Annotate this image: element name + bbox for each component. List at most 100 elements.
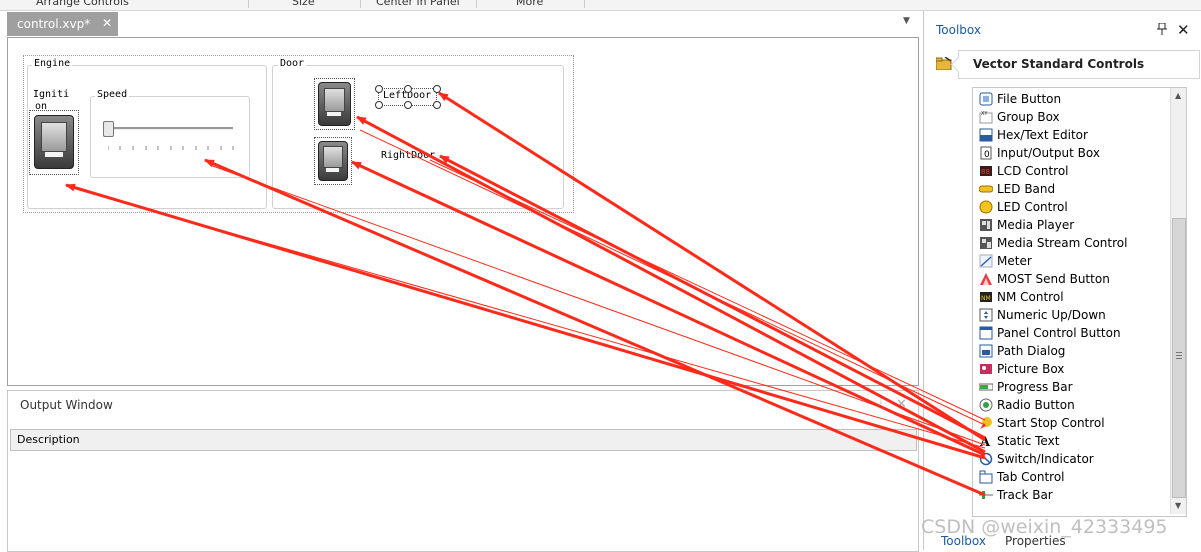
toolbox-item-tab-control[interactable]: Tab Control [979,468,1169,486]
led-icon [979,200,993,214]
toolbox-item-panel-control-button[interactable]: Panel Control Button [979,324,1169,342]
toolbox-item-radio-button[interactable]: Radio Button [979,396,1169,414]
door-group-title: Door [278,58,307,69]
pin-icon[interactable] [1157,22,1167,38]
toolbox-item-hex-text-editor[interactable]: Hex/Text Editor [979,126,1169,144]
toolbox-pane: Toolbox ✕ Vector Standard Controls File … [923,11,1201,550]
svg-text:0: 0 [984,150,990,160]
io-box-icon: 0 [980,146,992,160]
close-icon[interactable]: ✕ [102,16,112,30]
left-door-switch[interactable] [314,78,355,130]
led-band-icon [979,185,993,193]
toolbox-item-led-control[interactable]: LED Control [979,198,1169,216]
toolbox-item-nm-control[interactable]: NM NM Control [979,288,1169,306]
progress-bar-icon [979,383,993,391]
toolbox-list[interactable]: File Button XY Group Box Hex/Text Editor… [972,87,1187,517]
toolbox-item-track-bar[interactable]: Track Bar [979,486,1169,504]
numeric-updown-icon [979,308,993,322]
file-button-icon [979,92,993,106]
tab-overflow-icon[interactable]: ▼ [903,16,910,26]
svg-text:NM: NM [981,295,991,302]
menu-more[interactable]: More [516,0,543,8]
panel-control-icon [979,326,993,340]
output-window[interactable]: Output Window ᛍ ✕ Description [7,390,919,552]
resize-handle[interactable] [404,101,412,109]
resize-handle[interactable] [433,101,441,109]
svg-text:A: A [979,435,991,448]
switch-icon [318,141,348,181]
track-bar-icon [979,491,993,499]
right-door-label[interactable]: RightDoor [381,150,435,161]
most-send-icon [980,273,992,285]
hex-editor-icon [979,128,993,142]
ignition-label: Igniti [33,89,70,100]
toolbar-separator [584,0,585,8]
media-player-icon [980,219,992,231]
meter-icon [979,254,993,268]
radio-button-icon [979,398,993,412]
panel-designer[interactable]: Engine Igniti on Speed Door LeftDoor Rig… [7,37,919,386]
trackbar-ticks [107,139,234,150]
toolbox-item-numeric-up-down[interactable]: Numeric Up/Down [979,306,1169,324]
trackbar-thumb[interactable] [103,121,114,137]
tab-control-icon [979,470,993,484]
scroll-down-icon[interactable]: ▼ [1175,501,1181,510]
speed-trackbar[interactable] [105,127,233,130]
resize-handle[interactable] [375,101,383,109]
svg-text:XY: XY [981,111,988,117]
switch-icon [34,115,74,169]
speed-groupbox[interactable] [90,96,250,178]
toolbox-item-progress-bar[interactable]: Progress Bar [979,378,1169,396]
output-column-header[interactable]: Description [10,429,917,451]
menu-arrange-controls[interactable]: Arrange Controls [36,0,129,8]
lcd-icon: 88 [980,166,992,176]
toolbox-item-media-player[interactable]: Media Player [979,216,1169,234]
toolbox-item-static-text[interactable]: A Static Text [979,432,1169,450]
tab-control-xvp[interactable]: control.xvp* ✕ [7,12,118,36]
media-stream-icon [980,237,992,249]
ignition-switch[interactable] [29,110,79,175]
group-box-icon: XY [979,111,993,124]
toolbar-separator [476,0,477,8]
watermark-text: CSDN @weixin_42333495 [921,516,1168,538]
document-tabstrip [0,11,923,37]
toolbox-item-input-output-box[interactable]: 0 Input/Output Box [979,144,1169,162]
toolbox-item-most-send-button[interactable]: MOST Send Button [979,270,1169,288]
toolbox-item-file-button[interactable]: File Button [979,90,1169,108]
toolbox-item-picture-box[interactable]: Picture Box [979,360,1169,378]
category-vector-standard-controls[interactable]: Vector Standard Controls [950,50,1200,79]
engine-group-title: Engine [32,58,73,69]
svg-text:88: 88 [981,168,990,176]
resize-handle[interactable] [404,85,412,93]
static-text-icon: A [979,435,991,448]
resize-handle[interactable] [375,85,383,93]
column-description[interactable]: Description [17,433,80,446]
toolbox-item-switch-indicator[interactable]: Switch/Indicator [979,450,1169,468]
toolbox-item-lcd-control[interactable]: 88 LCD Control [979,162,1169,180]
toolbox-item-media-stream-control[interactable]: Media Stream Control [979,234,1169,252]
toolbar-strip: Arrange Controls Size Center in Panel Mo… [0,0,1201,11]
toolbox-item-start-stop-control[interactable]: Start Stop Control [979,414,1169,432]
close-icon[interactable]: ✕ [896,397,907,412]
menu-center-in-panel[interactable]: Center in Panel [376,0,460,8]
menu-size[interactable]: Size [292,0,315,8]
toolbar-separator [360,0,361,8]
close-icon[interactable]: ✕ [1177,21,1190,39]
scrollbar-thumb[interactable] [1172,218,1186,498]
left-door-static-text[interactable]: LeftDoor [375,85,441,109]
toolbox-item-led-band[interactable]: LED Band [979,180,1169,198]
toolbox-title: Toolbox [936,23,981,37]
toolbar-separator [248,0,249,8]
path-dialog-icon [979,344,993,358]
right-door-switch[interactable] [314,137,352,185]
nm-control-icon: NM [980,292,992,302]
scroll-up-icon[interactable]: ▲ [1175,91,1181,100]
toolbox-item-meter[interactable]: Meter [979,252,1169,270]
start-stop-icon [980,417,992,429]
picture-box-icon [980,364,992,374]
resize-handle[interactable] [433,85,441,93]
toolbox-scrollbar[interactable]: ▲ ▼ [1170,88,1186,514]
pin-icon[interactable]: ᛍ [878,398,884,409]
toolbox-item-path-dialog[interactable]: Path Dialog [979,342,1169,360]
toolbox-item-group-box[interactable]: XY Group Box [979,108,1169,126]
